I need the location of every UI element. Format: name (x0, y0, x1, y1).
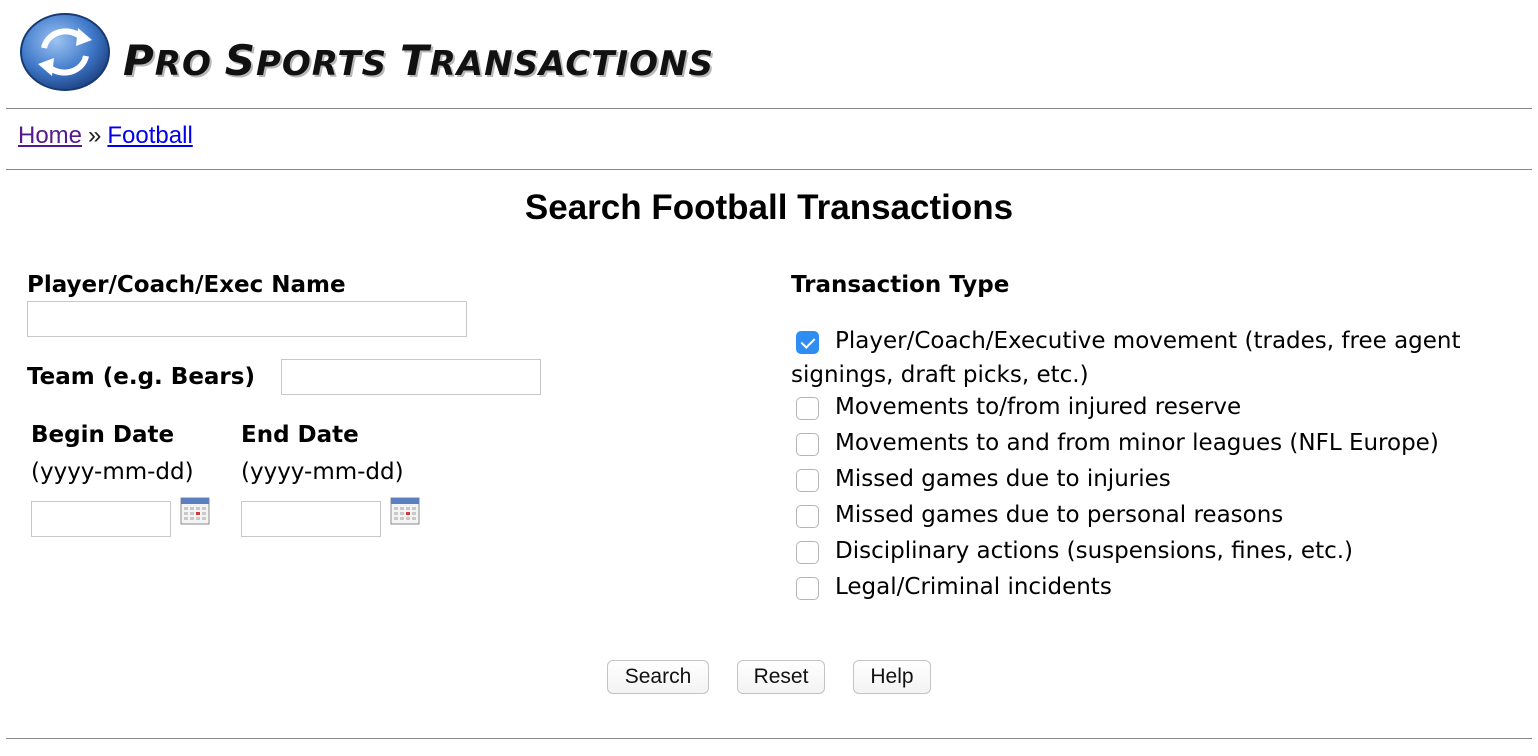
option-legal-criminal-label: Legal/Criminal incidents (835, 574, 1112, 600)
breadcrumb-football-link[interactable]: Football (107, 122, 192, 149)
team-input[interactable] (281, 359, 541, 395)
team-label: Team (e.g. Bears) (27, 364, 255, 390)
footer-divider (6, 738, 1532, 739)
logo-text: PRO SPORTS TRANSACTIONS (123, 36, 714, 85)
header-divider (6, 108, 1532, 109)
checkbox-injured-reserve[interactable] (796, 397, 819, 420)
breadcrumb-separator: » (88, 122, 102, 149)
search-button[interactable]: Search (607, 660, 709, 694)
breadcrumb-divider (6, 169, 1532, 170)
site-logo[interactable]: PRO SPORTS TRANSACTIONS (18, 8, 818, 92)
checkbox-disciplinary[interactable] (796, 541, 819, 564)
breadcrumb: Home» Football (18, 122, 193, 150)
name-label: Player/Coach/Exec Name (27, 272, 346, 298)
option-injured-reserve-label: Movements to/from injured reserve (835, 394, 1242, 420)
transaction-type-label: Transaction Type (791, 272, 1010, 298)
circular-arrows-icon (20, 13, 110, 91)
option-disciplinary-label: Disciplinary actions (suspensions, fines… (835, 538, 1354, 564)
end-date-label: End Date (241, 422, 359, 448)
begin-date-calendar-icon[interactable] (180, 497, 210, 525)
begin-date-label: Begin Date (31, 422, 175, 448)
checkbox-minor-leagues[interactable] (796, 433, 819, 456)
checkbox-legal-criminal[interactable] (796, 577, 819, 600)
end-date-calendar-icon[interactable] (390, 497, 420, 525)
option-player-movement-label-cont: signings, draft picks, etc.) (791, 362, 1089, 388)
option-player-movement-label: Player/Coach/Executive movement (trades,… (835, 328, 1461, 354)
option-missed-personal-label: Missed games due to personal reasons (835, 502, 1284, 528)
checkbox-missed-injuries[interactable] (796, 469, 819, 492)
checkbox-player-movement[interactable] (796, 331, 819, 354)
checkbox-missed-personal[interactable] (796, 505, 819, 528)
end-date-input[interactable] (241, 501, 381, 537)
option-minor-leagues-label: Movements to and from minor leagues (NFL… (835, 430, 1439, 456)
breadcrumb-home-link[interactable]: Home (18, 122, 82, 149)
page-title: Search Football Transactions (524, 188, 1014, 227)
help-button[interactable]: Help (853, 660, 931, 694)
reset-button[interactable]: Reset (737, 660, 825, 694)
option-missed-injuries-label: Missed games due to injuries (835, 466, 1171, 492)
name-input[interactable] (27, 301, 467, 337)
end-date-hint: (yyyy-mm-dd) (241, 459, 404, 485)
begin-date-input[interactable] (31, 501, 171, 537)
begin-date-hint: (yyyy-mm-dd) (31, 459, 194, 485)
